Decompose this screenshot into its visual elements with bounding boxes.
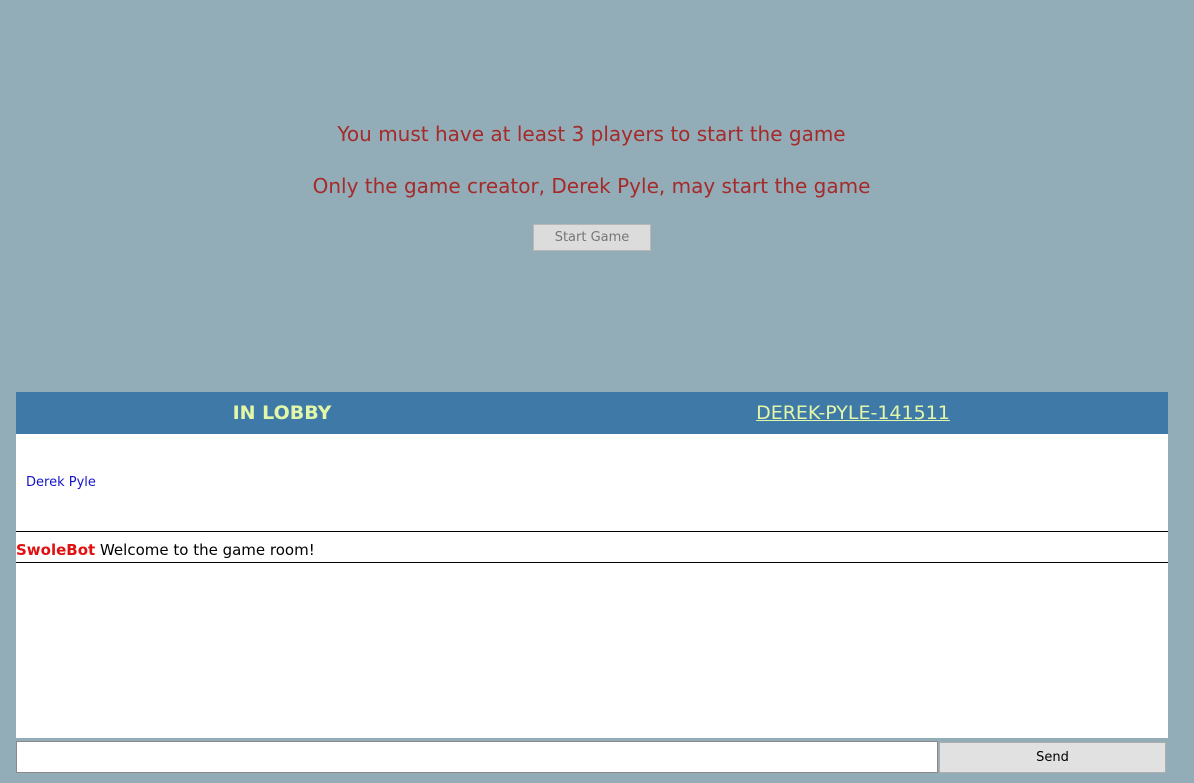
room-id-link[interactable]: DEREK-PYLE-141511: [564, 392, 1142, 434]
lobby-header: IN LOBBY DEREK-PYLE-141511: [16, 392, 1168, 434]
chat-sender: SwoleBot: [16, 541, 96, 559]
player-name: Derek Pyle: [26, 475, 96, 490]
chat-log[interactable]: SwoleBot Welcome to the game room!: [16, 532, 1168, 738]
creator-only-message: Only the game creator, Derek Pyle, may s…: [312, 174, 871, 198]
chat-text: Welcome to the game room!: [99, 541, 315, 559]
send-button[interactable]: Send: [939, 742, 1166, 773]
min-players-message: You must have at least 3 players to star…: [337, 122, 846, 146]
chat-input[interactable]: [16, 741, 938, 773]
player-list: Derek Pyle: [16, 434, 1168, 532]
chat-message: SwoleBot Welcome to the game room!: [16, 532, 1168, 563]
lobby-status-title: IN LOBBY: [232, 402, 332, 424]
start-game-button[interactable]: Start Game: [533, 224, 651, 251]
